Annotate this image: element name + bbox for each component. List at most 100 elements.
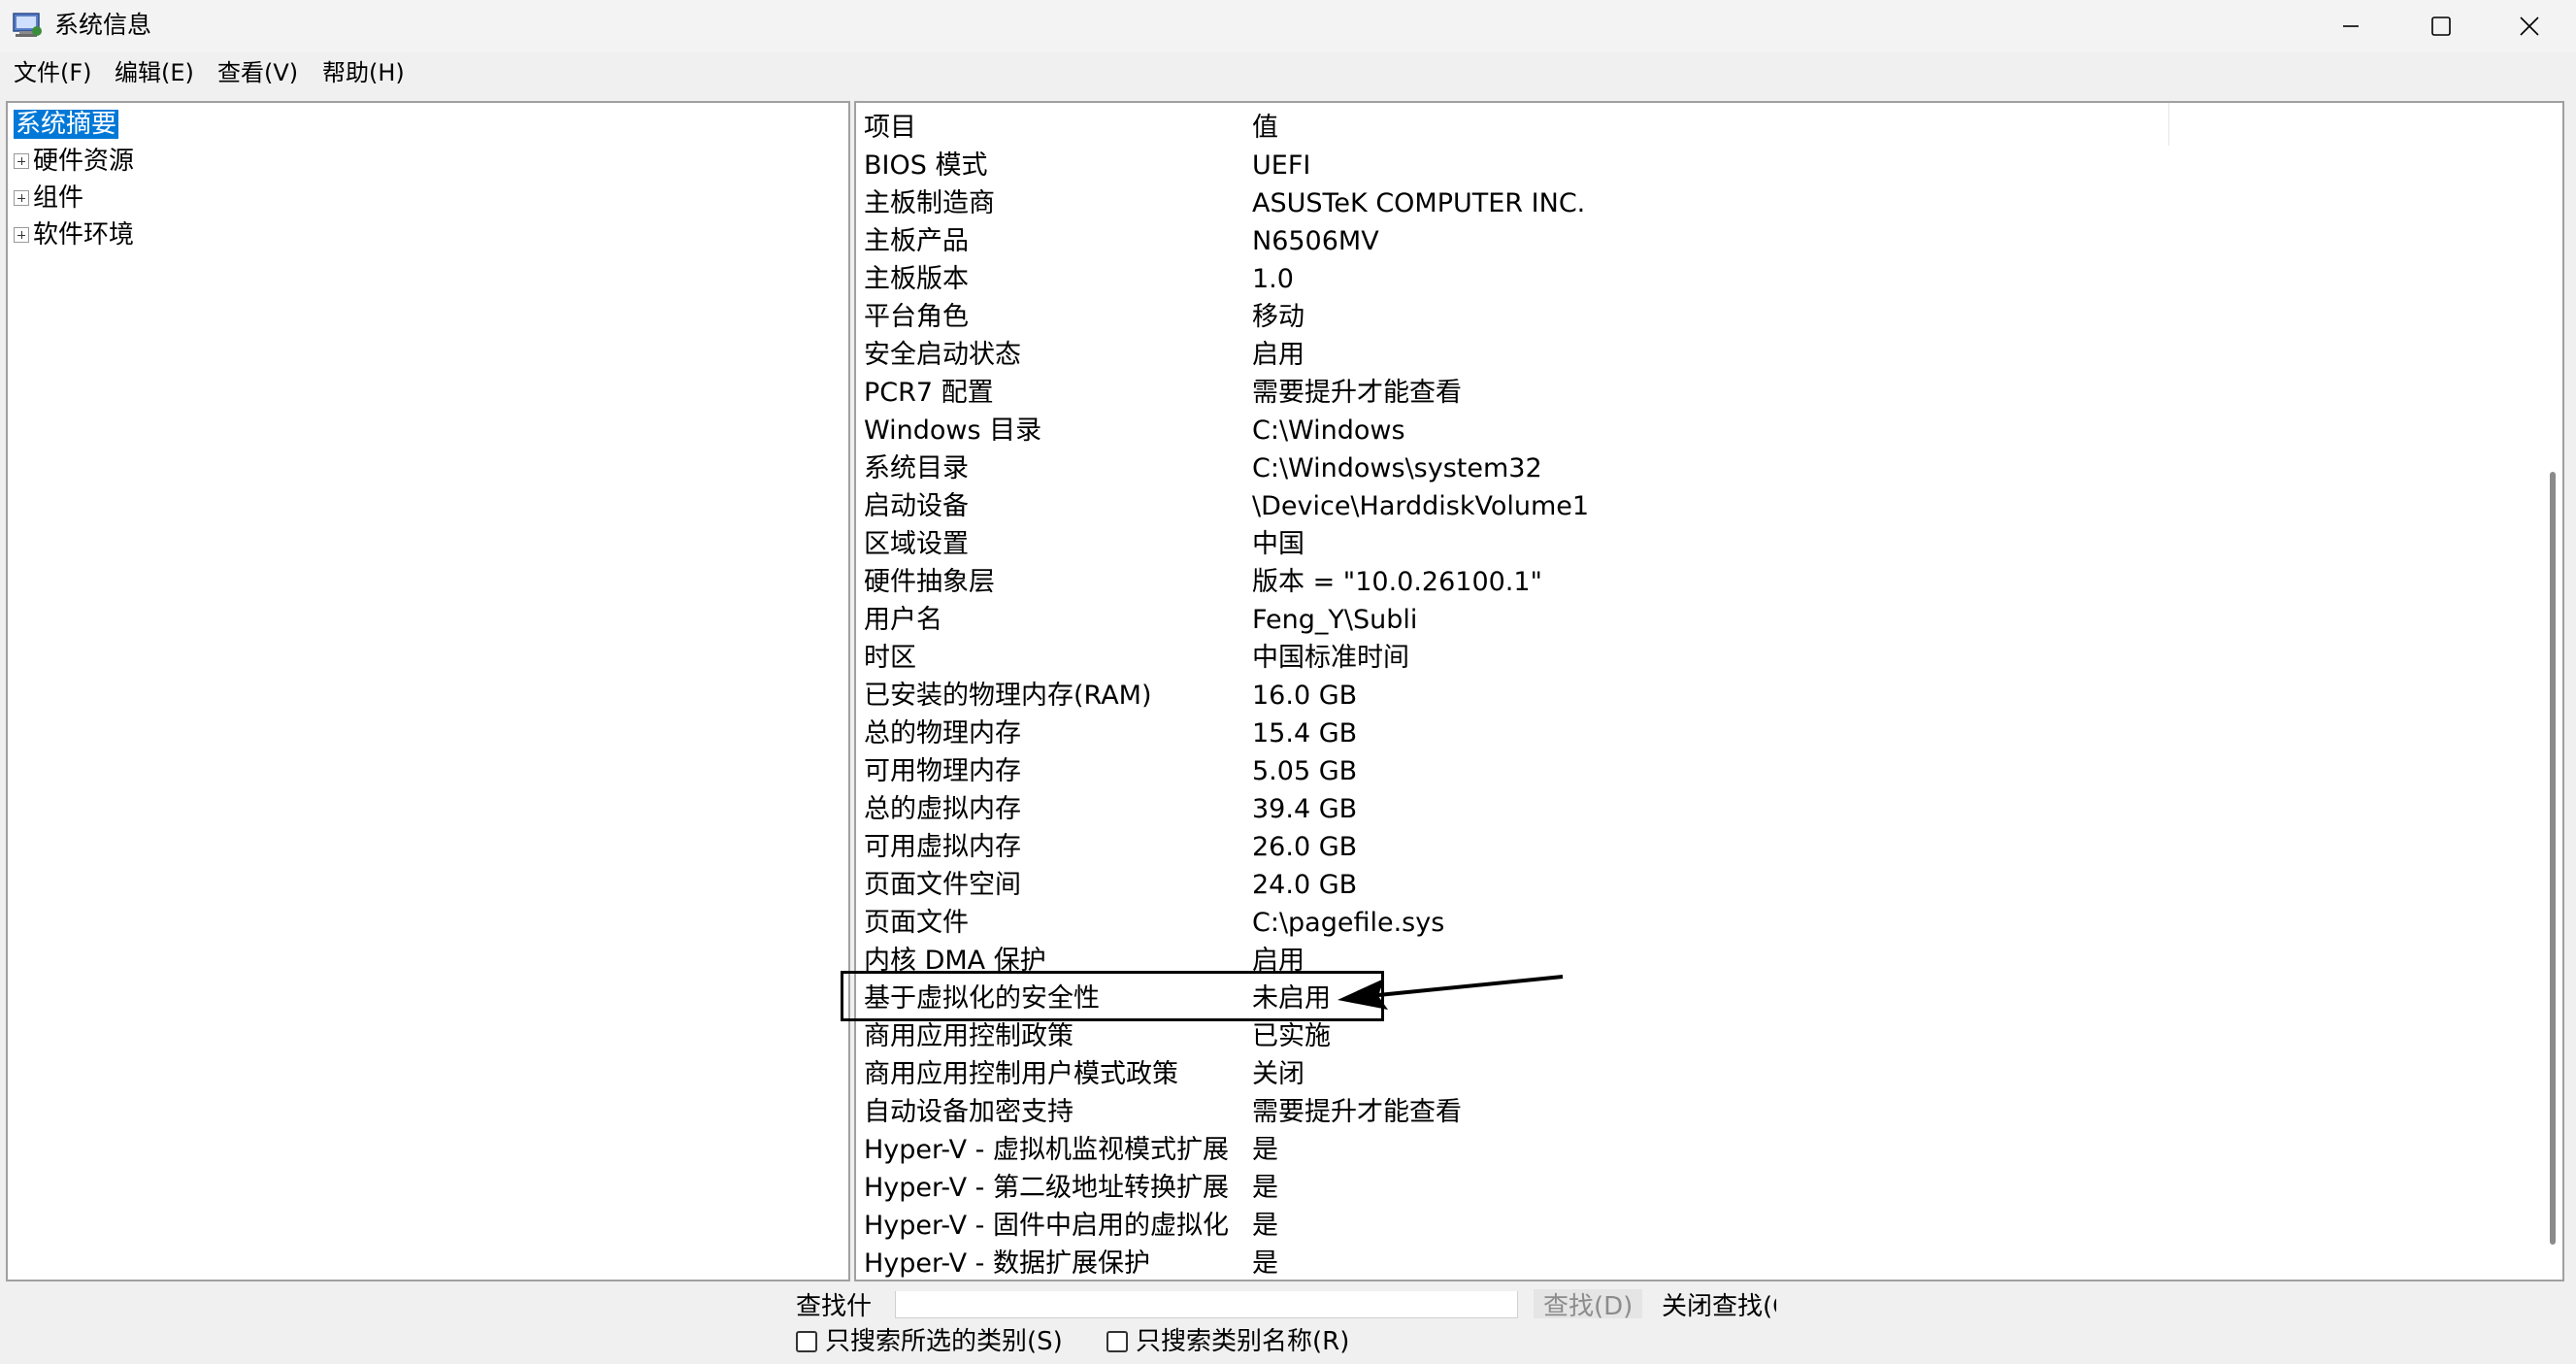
table-row[interactable]: 页面文件空间 24.0 GB: [856, 866, 2545, 904]
checkbox-label: 只搜索所选的类别(S): [825, 1327, 1063, 1356]
table-row[interactable]: Hyper-V - 数据扩展保护 是: [856, 1245, 2545, 1280]
table-row[interactable]: 可用物理内存 5.05 GB: [856, 752, 2545, 790]
table-row[interactable]: 时区 中国标准时间: [856, 639, 2545, 677]
table-row[interactable]: 区域设置 中国: [856, 525, 2545, 563]
row-item-value: 已实施: [1252, 1021, 1331, 1051]
row-item-value: 移动: [1252, 302, 1305, 332]
column-header-item[interactable]: 项目: [864, 109, 916, 147]
details-list[interactable]: 项目 值 BIOS 模式 UEFI 主板制造商 ASUSTeK COMPUTER IN…: [854, 101, 2564, 1281]
search-selected-category-checkbox[interactable]: [796, 1331, 817, 1352]
minimize-button[interactable]: [2306, 0, 2395, 52]
row-item-value: C:\pagefile.sys: [1252, 908, 1445, 938]
annotation-highlight-box: [841, 971, 1384, 1021]
menu-view[interactable]: 查看(V): [217, 56, 298, 89]
close-icon: [2520, 17, 2539, 36]
table-row[interactable]: 平台角色 移动: [856, 298, 2545, 336]
menu-bar: 文件(F) 编辑(E) 查看(V) 帮助(H): [0, 56, 2576, 89]
row-item-name: 用户名: [864, 605, 942, 635]
row-item-value: C:\Windows\system32: [1252, 453, 1542, 483]
row-item-value: 39.4 GB: [1252, 794, 1358, 824]
menu-file[interactable]: 文件(F): [14, 56, 92, 89]
row-item-name: Windows 目录: [864, 416, 1042, 446]
tree-item-system-summary[interactable]: 系统摘要: [12, 107, 120, 142]
table-row[interactable]: Hyper-V - 虚拟机监视模式扩展是: [856, 1131, 2545, 1169]
row-item-name: 区域设置: [864, 529, 969, 559]
table-row[interactable]: 系统目录 C:\Windows\system32: [856, 449, 2545, 487]
find-input[interactable]: [895, 1291, 1518, 1318]
menu-edit[interactable]: 编辑(E): [115, 56, 194, 89]
row-item-name: 时区: [864, 643, 916, 673]
table-row[interactable]: 已安装的物理内存(RAM) 16.0 GB: [856, 677, 2545, 715]
list-header: 项目 值: [856, 109, 2545, 147]
row-item-name: 页面文件空间: [864, 870, 1021, 900]
row-item-name: 自动设备加密支持: [864, 1097, 1073, 1127]
find-label: 查找什: [796, 1292, 873, 1318]
find-button[interactable]: 查找(D): [1534, 1289, 1642, 1318]
table-row[interactable]: 主板制造商 ASUSTeK COMPUTER INC.: [856, 184, 2545, 222]
table-row[interactable]: 自动设备加密支持 需要提升才能查看: [856, 1093, 2545, 1131]
row-item-name: 安全启动状态: [864, 340, 1021, 370]
row-item-value: 24.0 GB: [1252, 870, 1358, 900]
row-item-value: 中国标准时间: [1252, 643, 1409, 673]
expand-icon[interactable]: [14, 153, 29, 169]
expand-icon[interactable]: [14, 190, 29, 206]
close-button[interactable]: [2485, 0, 2574, 52]
minimize-icon: [2343, 25, 2359, 27]
tree-item-software-environment[interactable]: 软件环境: [14, 217, 134, 252]
tree-item-components[interactable]: 组件: [14, 181, 83, 216]
tree-item-label: 组件: [33, 183, 84, 213]
search-category-names-option[interactable]: 只搜索类别名称(R): [1106, 1324, 1349, 1359]
search-selected-category-option[interactable]: 只搜索所选的类别(S): [796, 1324, 1063, 1359]
row-item-value: 1.0: [1252, 264, 1294, 294]
row-item-value: 是: [1252, 1248, 1278, 1279]
maximize-icon: [2431, 17, 2451, 36]
menu-help[interactable]: 帮助(H): [322, 56, 405, 89]
table-row[interactable]: 启动设备 \Device\HarddiskVolume1: [856, 487, 2545, 525]
tree-item-label: 软件环境: [33, 220, 135, 250]
find-button-label: 查找(D): [1543, 1292, 1634, 1318]
category-tree[interactable]: 系统摘要 硬件资源 组件 软件环境: [6, 101, 850, 1281]
table-row[interactable]: 商用应用控制政策 已实施: [856, 1017, 2545, 1055]
table-row[interactable]: Windows 目录 C:\Windows: [856, 412, 2545, 449]
row-item-name: 商用应用控制政策: [864, 1021, 1073, 1051]
table-row[interactable]: 可用虚拟内存 26.0 GB: [856, 828, 2545, 866]
column-divider[interactable]: [2168, 103, 2169, 146]
tree-item-hardware-resources[interactable]: 硬件资源: [14, 144, 134, 179]
search-category-names-checkbox[interactable]: [1106, 1331, 1128, 1352]
system-information-window: 系统信息 文件(F) 编辑(E) 查看(V) 帮助(H) 系统摘要 硬件资源 组…: [0, 0, 2576, 1364]
table-row[interactable]: PCR7 配置 需要提升才能查看: [856, 374, 2545, 412]
row-item-name: Hyper-V - 第二级地址转换扩展: [864, 1173, 1229, 1203]
table-row[interactable]: 商用应用控制用户模式政策 关闭: [856, 1055, 2545, 1093]
row-item-value: 26.0 GB: [1252, 832, 1358, 862]
table-row[interactable]: BIOS 模式 UEFI: [856, 147, 2545, 184]
vertical-scrollbar[interactable]: [2543, 103, 2562, 1280]
row-item-name: 主板产品: [864, 226, 969, 256]
scrollbar-thumb[interactable]: [2550, 472, 2556, 1245]
table-row[interactable]: 总的物理内存 15.4 GB: [856, 715, 2545, 752]
table-row[interactable]: 页面文件 C:\pagefile.sys: [856, 904, 2545, 942]
row-item-value: \Device\HarddiskVolume1: [1252, 491, 1590, 521]
maximize-button[interactable]: [2395, 0, 2487, 52]
close-find-button[interactable]: 关闭查找(C: [1662, 1289, 1776, 1318]
row-item-value: 5.05 GB: [1252, 756, 1358, 786]
row-item-name: 页面文件: [864, 908, 969, 938]
column-header-value[interactable]: 值: [1252, 109, 1278, 147]
table-row[interactable]: 主板版本 1.0: [856, 260, 2545, 298]
row-item-name: 平台角色: [864, 302, 969, 332]
table-row[interactable]: 用户名 Feng_Y\Subli: [856, 601, 2545, 639]
table-row[interactable]: 主板产品 N6506MV: [856, 222, 2545, 260]
row-item-name: 总的物理内存: [864, 718, 1021, 749]
row-item-value: 是: [1252, 1173, 1278, 1203]
table-row[interactable]: 总的虚拟内存 39.4 GB: [856, 790, 2545, 828]
row-item-name: 硬件抽象层: [864, 567, 995, 597]
table-row[interactable]: Hyper-V - 固件中启用的虚拟化是: [856, 1207, 2545, 1245]
system-info-icon: [13, 13, 42, 37]
table-row[interactable]: 安全启动状态 启用: [856, 336, 2545, 374]
row-item-name: 总的虚拟内存: [864, 794, 1021, 824]
expand-icon[interactable]: [14, 227, 29, 243]
row-item-value: 需要提升才能查看: [1252, 378, 1462, 408]
table-row[interactable]: 硬件抽象层 版本 = "10.0.26100.1": [856, 563, 2545, 601]
table-row[interactable]: Hyper-V - 第二级地址转换扩展是: [856, 1169, 2545, 1207]
row-item-name: 启动设备: [864, 491, 969, 521]
window-title: 系统信息: [54, 11, 152, 39]
